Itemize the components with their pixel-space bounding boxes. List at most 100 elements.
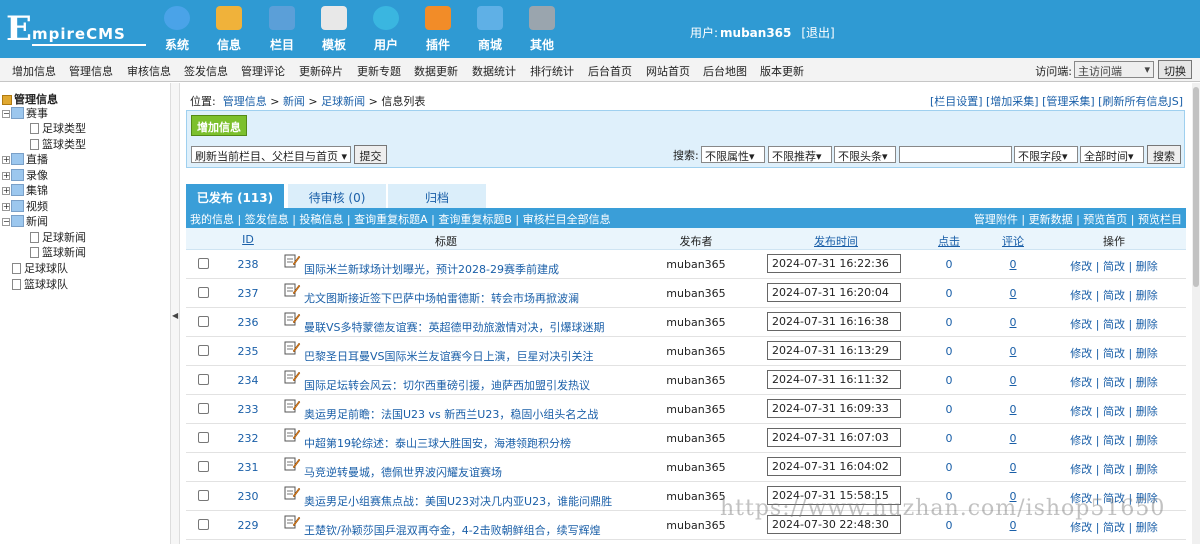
logout-link[interactable]: [退出] [801, 26, 834, 40]
row-time-field[interactable]: 2024-07-31 16:22:36 [767, 254, 901, 273]
row-actions[interactable]: 修改 | 简改 | 删除 [1064, 258, 1164, 274]
scrollbar-thumb[interactable] [1193, 87, 1199, 287]
submit-button[interactable]: 提交 [354, 145, 387, 164]
row-checkbox[interactable] [198, 519, 209, 530]
headline-filter[interactable]: 不限头条▾ [834, 146, 896, 163]
row-comments-link[interactable]: 0 [990, 461, 1036, 474]
attribute-filter[interactable]: 不限属性▾ [701, 146, 765, 163]
expand-icon[interactable]: + [2, 187, 10, 195]
menu-item[interactable]: 版本更新 [760, 63, 804, 79]
tab-0[interactable]: 已发布 (113) [186, 184, 284, 208]
row-checkbox[interactable] [198, 432, 209, 443]
row-comments-link[interactable]: 0 [990, 432, 1036, 445]
tree-node[interactable]: + 直播 [2, 151, 48, 167]
row-title-link[interactable]: 王楚钦/孙颖莎国乒混双再夺金，4-2击败朝鲜组合，续写辉煌 [304, 522, 601, 538]
row-actions[interactable]: 修改 | 简改 | 删除 [1064, 461, 1164, 477]
row-time-field[interactable]: 2024-07-31 16:20:04 [767, 283, 901, 302]
row-title-link[interactable]: 中超第19轮综述：泰山三球大胜国安，海港领跑积分榜 [304, 435, 571, 451]
edit-doc-icon[interactable] [284, 254, 301, 268]
row-time-field[interactable]: 2024-07-31 16:09:33 [767, 399, 901, 418]
row-title-link[interactable]: 曼联VS多特蒙德友谊赛：英超德甲劲旅激情对决，引爆球迷期 [304, 319, 605, 335]
menu-item[interactable]: 增加信息 [12, 63, 56, 79]
row-checkbox[interactable] [198, 461, 209, 472]
row-actions[interactable]: 修改 | 简改 | 删除 [1064, 345, 1164, 361]
menu-item[interactable]: 后台首页 [588, 63, 632, 79]
breadcrumb-item[interactable]: 足球新闻 [321, 95, 365, 108]
topnav-4[interactable]: 用户 [366, 6, 406, 54]
edit-doc-icon[interactable] [284, 370, 301, 384]
row-checkbox[interactable] [198, 258, 209, 269]
linkbar-right-links[interactable]: 管理附件 | 更新数据 | 预览首页 | 预览栏目 [974, 211, 1182, 227]
tree-node[interactable]: 足球类型 [30, 120, 86, 136]
row-checkbox[interactable] [198, 403, 209, 414]
row-checkbox[interactable] [198, 374, 209, 385]
row-actions[interactable]: 修改 | 简改 | 删除 [1064, 432, 1164, 448]
row-checkbox[interactable] [198, 345, 209, 356]
tab-2[interactable]: 归档 [388, 184, 486, 208]
row-comments-link[interactable]: 0 [990, 316, 1036, 329]
topnav-1[interactable]: 信息 [209, 6, 249, 54]
row-comments-link[interactable]: 0 [990, 403, 1036, 416]
menu-item[interactable]: 管理评论 [241, 63, 285, 79]
row-title-link[interactable]: 巴黎圣日耳曼VS国际米兰友谊赛今日上演，巨星对决引关注 [304, 348, 594, 364]
expand-icon[interactable]: + [2, 156, 10, 164]
visit-select[interactable]: 主访问端 ▾ [1074, 61, 1154, 78]
menu-item[interactable]: 排行统计 [530, 63, 574, 79]
sidebar-splitter[interactable]: ◀ [170, 83, 180, 544]
row-comments-link[interactable]: 0 [990, 258, 1036, 271]
add-info-button[interactable]: 增加信息 [191, 115, 247, 136]
tab-1[interactable]: 待审核 (0) [288, 184, 386, 208]
row-checkbox[interactable] [198, 490, 209, 501]
row-actions[interactable]: 修改 | 简改 | 删除 [1064, 287, 1164, 303]
tree-node[interactable]: 篮球球队 [12, 276, 68, 292]
edit-doc-icon[interactable] [284, 312, 301, 326]
row-comments-link[interactable]: 0 [990, 345, 1036, 358]
breadcrumb-item[interactable]: 新闻 [283, 95, 305, 108]
row-time-field[interactable]: 2024-07-31 16:13:29 [767, 341, 901, 360]
expand-icon[interactable]: + [2, 203, 10, 211]
row-title-link[interactable]: 马竞逆转曼城，德佩世界波闪耀友谊赛场 [304, 464, 502, 480]
tree-node[interactable]: 篮球类型 [30, 136, 86, 152]
menu-item[interactable]: 后台地图 [703, 63, 747, 79]
menu-item[interactable]: 更新专题 [357, 63, 401, 79]
edit-doc-icon[interactable] [284, 457, 301, 471]
menu-item[interactable]: 数据统计 [472, 63, 516, 79]
edit-doc-icon[interactable] [284, 428, 301, 442]
breadcrumb-item[interactable]: 管理信息 [223, 95, 267, 108]
row-title-link[interactable]: 国际足坛转会风云：切尔西重磅引援，迪萨西加盟引发热议 [304, 377, 590, 393]
menu-item[interactable]: 审核信息 [127, 63, 171, 79]
tree-node[interactable]: 篮球新闻 [30, 244, 86, 260]
menu-item[interactable]: 数据更新 [414, 63, 458, 79]
tree-node[interactable]: 足球球队 [12, 260, 68, 276]
row-checkbox[interactable] [198, 287, 209, 298]
collapse-arrow-icon[interactable]: ◀ [172, 311, 178, 320]
collapse-icon[interactable]: − [2, 218, 10, 226]
menu-item[interactable]: 管理信息 [69, 63, 113, 79]
row-actions[interactable]: 修改 | 简改 | 删除 [1064, 403, 1164, 419]
tree-node[interactable]: + 视频 [2, 198, 48, 214]
col-id[interactable]: ID [226, 233, 270, 246]
tree-node[interactable]: + 录像 [2, 167, 48, 183]
search-input[interactable] [899, 146, 1012, 163]
row-title-link[interactable]: 奥运男足前瞻：法国U23 vs 新西兰U23，稳固小组头名之战 [304, 406, 598, 422]
topnav-5[interactable]: 插件 [418, 6, 458, 54]
row-actions[interactable]: 修改 | 简改 | 删除 [1064, 374, 1164, 390]
row-comments-link[interactable]: 0 [990, 287, 1036, 300]
recommend-filter[interactable]: 不限推荐▾ [768, 146, 832, 163]
tree-node[interactable]: 足球新闻 [30, 229, 86, 245]
menu-item[interactable]: 网站首页 [646, 63, 690, 79]
expand-icon[interactable]: + [2, 172, 10, 180]
row-time-field[interactable]: 2024-07-31 16:04:02 [767, 457, 901, 476]
topnav-7[interactable]: 其他 [522, 6, 562, 54]
menu-item[interactable]: 更新碎片 [299, 63, 343, 79]
row-title-link[interactable]: 奥运男足小组赛焦点战：美国U23对决几内亚U23，谁能问鼎胜 [304, 493, 612, 509]
search-button[interactable]: 搜索 [1147, 145, 1181, 164]
row-title-link[interactable]: 尤文图斯接近签下巴萨中场帕雷德斯：转会市场再掀波澜 [304, 290, 579, 306]
edit-doc-icon[interactable] [284, 341, 301, 355]
refresh-select[interactable]: 刷新当前栏目、父栏目与首页 ▾ [191, 146, 351, 163]
col-clicks[interactable]: 点击 [926, 233, 972, 249]
col-comments[interactable]: 评论 [990, 233, 1036, 249]
row-checkbox[interactable] [198, 316, 209, 327]
menu-item[interactable]: 签发信息 [184, 63, 228, 79]
tree-node[interactable]: + 集锦 [2, 182, 48, 198]
